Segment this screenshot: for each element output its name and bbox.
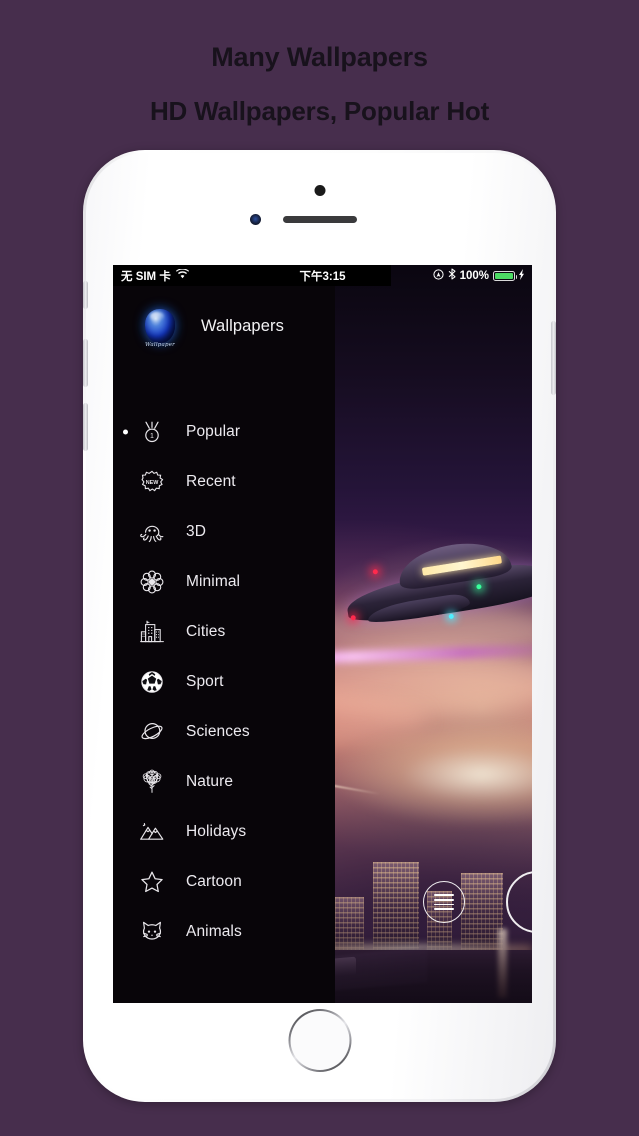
svg-text:NEW: NEW xyxy=(146,480,159,486)
sidebar-item-label: Nature xyxy=(186,773,234,790)
drawer-menu-list: 1 Popular NEW Recent 3D Minimal Cities S… xyxy=(113,407,335,957)
sidebar-item-recent[interactable]: NEW Recent xyxy=(113,457,335,507)
sidebar-item-sport[interactable]: Sport xyxy=(113,657,335,707)
sidebar-item-label: Popular xyxy=(186,423,241,440)
sidebar-item-label: Sport xyxy=(186,673,224,690)
star-icon xyxy=(137,867,167,897)
planet-icon xyxy=(137,717,167,747)
sidebar-item-label: Cities xyxy=(186,623,226,640)
sidebar-item-label: Holidays xyxy=(186,823,247,840)
open-menu-button[interactable] xyxy=(423,881,465,923)
hamburger-menu-icon xyxy=(434,893,454,911)
sidebar-item-animals[interactable]: Animals xyxy=(113,907,335,957)
bluetooth-icon xyxy=(448,268,456,283)
soccer-ball-icon xyxy=(137,667,167,697)
sidebar-item-label: Cartoon xyxy=(186,873,242,890)
status-bar: 无 SIM 卡 下午3:15 100% xyxy=(113,265,532,286)
mute-switch-button[interactable] xyxy=(83,281,88,309)
bolt-icon xyxy=(519,268,525,283)
promo-header: Many Wallpapers HD Wallpapers, Popular H… xyxy=(0,0,639,150)
ship-light-icon xyxy=(447,613,454,620)
location-icon xyxy=(432,268,444,283)
new-badge-icon: NEW xyxy=(137,467,167,497)
battery-icon xyxy=(493,270,517,281)
phone-device-frame: Wallpaper Wallpapers 1 Popular NEW Recen… xyxy=(83,150,556,1102)
front-camera-icon xyxy=(250,214,261,225)
sidebar-item-3d[interactable]: 3D xyxy=(113,507,335,557)
power-button[interactable] xyxy=(551,321,556,395)
active-indicator-dot xyxy=(123,429,128,435)
sidebar-item-holidays[interactable]: Holidays xyxy=(113,807,335,857)
octopus-icon xyxy=(137,517,167,547)
building-icon xyxy=(137,617,167,647)
flower-icon xyxy=(137,567,167,597)
drawer-header: Wallpaper Wallpapers xyxy=(113,303,335,349)
logo-sphere xyxy=(145,309,175,343)
navigation-drawer: Wallpaper Wallpapers 1 Popular NEW Recen… xyxy=(113,265,335,1003)
sidebar-item-sciences[interactable]: Sciences xyxy=(113,707,335,757)
sidebar-item-label: Minimal xyxy=(186,573,241,590)
sidebar-item-label: Recent xyxy=(186,473,236,490)
app-title: Wallpapers xyxy=(201,316,284,335)
home-button[interactable] xyxy=(288,1009,351,1072)
status-bar-right: 100% xyxy=(432,268,525,283)
medal-icon: 1 xyxy=(137,417,167,447)
page-subtitle: HD Wallpapers, Popular Hot xyxy=(149,96,490,126)
sidebar-item-cities[interactable]: Cities xyxy=(113,607,335,657)
sidebar-item-label: Sciences xyxy=(186,723,250,740)
phone-screen: Wallpaper Wallpapers 1 Popular NEW Recen… xyxy=(113,265,532,1003)
sidebar-item-minimal[interactable]: Minimal xyxy=(113,557,335,607)
ship-light-icon xyxy=(371,568,378,574)
tree-icon xyxy=(137,767,167,797)
sidebar-item-label: Animals xyxy=(186,923,242,940)
sidebar-item-cartoon[interactable]: Cartoon xyxy=(113,857,335,907)
proximity-sensor-icon xyxy=(314,185,325,196)
logo-caption: Wallpaper xyxy=(145,342,175,348)
sidebar-item-popular[interactable]: 1 Popular xyxy=(113,407,335,457)
phone-body: Wallpaper Wallpapers 1 Popular NEW Recen… xyxy=(83,153,556,1099)
svg-text:1: 1 xyxy=(150,433,154,440)
app-logo-orb-icon: Wallpaper xyxy=(137,303,183,349)
mountains-icon xyxy=(137,817,167,847)
battery-percent-label: 100% xyxy=(459,269,489,282)
sidebar-item-nature[interactable]: Nature xyxy=(113,757,335,807)
volume-down-button[interactable] xyxy=(83,403,88,451)
volume-up-button[interactable] xyxy=(83,339,88,387)
earpiece-speaker xyxy=(282,216,357,223)
page-title: Many Wallpapers xyxy=(211,42,428,72)
cat-face-icon xyxy=(137,917,167,947)
sidebar-item-label: 3D xyxy=(186,523,207,540)
